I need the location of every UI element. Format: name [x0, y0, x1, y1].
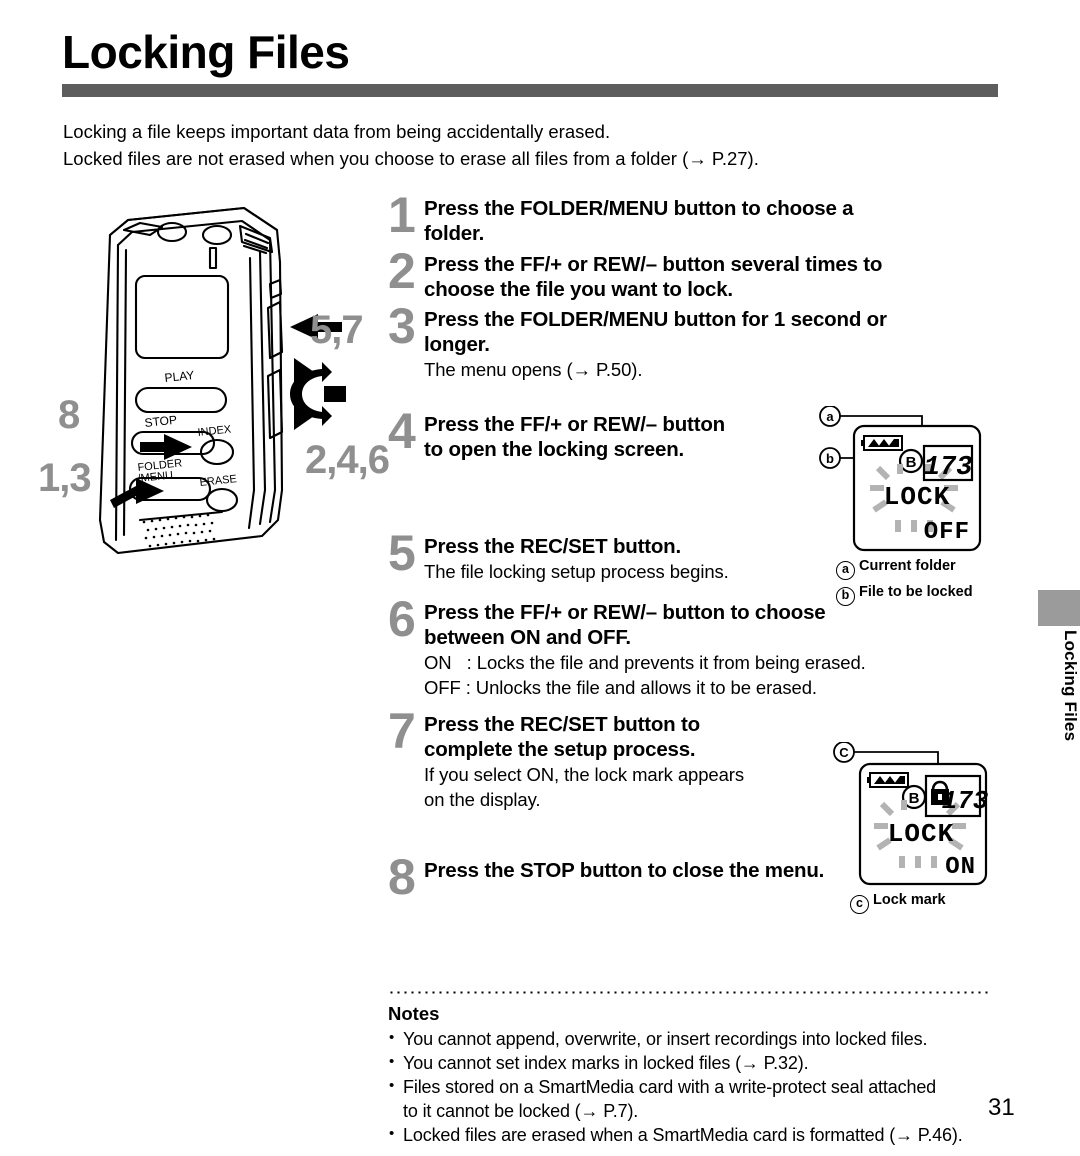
legend-mark-b: b [836, 587, 855, 606]
lcd-value: ON [945, 854, 976, 881]
step-heading-line: Press the FF/+ or REW/– button several t… [424, 253, 883, 276]
note-item: • Locked files are erased when a SmartMe… [388, 1123, 1008, 1147]
arrow-ff-rew-updown [290, 358, 346, 430]
bullet-icon: • [389, 1125, 395, 1142]
step-heading-line: longer. [424, 333, 490, 356]
lcd-folder-letter: B [909, 790, 920, 807]
legend-mark-c: c [850, 895, 869, 914]
lcd-figure-lock-off: a b B 173 LOCK OFF a Current folder b File… [818, 406, 1018, 606]
note-text: You cannot set index marks in locked fil… [403, 1053, 809, 1073]
callout-ff-rew: 2,4,6 [305, 438, 390, 482]
lcd-file-number: 173 [942, 786, 989, 816]
step-body: ON : Locks the file and prevents it from… [424, 650, 1008, 700]
step-heading-line: Press the FOLDER/MENU button for 1 secon… [424, 308, 887, 331]
voice-recorder-illustration: PLAY STOP INDEX FOLDER /MENU ERASE [32, 190, 392, 560]
callout-folder-menu: 1,3 [38, 456, 92, 500]
step-number: 6 [388, 591, 416, 647]
note-text: Locked files are erased when a SmartMedi… [403, 1125, 963, 1145]
step-number: 7 [388, 703, 416, 759]
step-body-line: ON : Locks the file and prevents it from… [424, 652, 866, 673]
step-body-line: The menu opens (→ P.50). [424, 359, 643, 380]
step-heading: Press the FOLDER/MENU button to choose a… [424, 196, 1008, 246]
lcd-value: OFF [924, 519, 970, 546]
lcd-file-number: 173 [924, 453, 973, 483]
step-number: 1 [388, 187, 416, 243]
lcd-callout-b-letter: b [826, 451, 834, 466]
step-number: 4 [388, 403, 416, 459]
callout-rec-set: 5,7 [310, 308, 364, 352]
note-text: to it cannot be locked (→ P.7). [403, 1101, 639, 1121]
step-heading-line: choose the file you want to lock. [424, 278, 733, 301]
lcd-figure-lock-on: C B 173 LOCK ON c Lock mark [832, 742, 1022, 914]
note-item-continuation: to it cannot be locked (→ P.7). [388, 1099, 1008, 1123]
step-number: 8 [388, 849, 416, 905]
notes-divider [388, 991, 988, 994]
step-heading: Press the FF/+ or REW/– button several t… [424, 252, 1008, 302]
title-rule [62, 84, 998, 97]
legend-mark-a: a [836, 561, 855, 580]
note-item: • Files stored on a SmartMedia card with… [388, 1075, 1008, 1099]
step-2: 2 Press the FF/+ or REW/– button several… [388, 246, 1008, 302]
step-number: 3 [388, 298, 416, 354]
note-text: Files stored on a SmartMedia card with a… [403, 1077, 937, 1097]
legend-text-a: Current folder [859, 558, 956, 574]
note-text: You cannot append, overwrite, or insert … [403, 1029, 928, 1049]
lcd-folder-letter: B [906, 454, 917, 471]
side-tab-block [1038, 590, 1080, 626]
step-body: The menu opens (→ P.50). [424, 357, 1008, 382]
side-tab-label: Locking Files [1061, 630, 1080, 742]
lcd-callout-a-letter: a [826, 409, 834, 424]
step-heading-line: Press the REC/SET button to [424, 713, 700, 736]
step-heading-line: between ON and OFF. [424, 626, 631, 649]
intro-line-1: Locking a file keeps important data from… [63, 121, 611, 142]
lcd-legend-a: a Current folder [818, 557, 1018, 580]
legend-text-b: File to be locked [859, 584, 973, 600]
bullet-icon: • [389, 1029, 395, 1046]
lcd-mode-label: LOCK [884, 482, 950, 512]
step-heading: Press the FF/+ or REW/– button to choose… [424, 600, 1008, 650]
bullet-icon: • [389, 1053, 395, 1070]
notes-title: Notes [388, 1003, 440, 1024]
step-heading: Press the FOLDER/MENU button for 1 secon… [424, 307, 1008, 357]
note-item: • You cannot set index marks in locked f… [388, 1051, 1008, 1075]
intro-paragraph: Locking a file keeps important data from… [63, 118, 1013, 172]
step-number: 5 [388, 525, 416, 581]
page-number: 31 [988, 1094, 1015, 1121]
page-title: Locking Files [62, 26, 350, 78]
step-number: 2 [388, 243, 416, 299]
step-6: 6 Press the FF/+ or REW/– button to choo… [388, 594, 1008, 700]
step-3: 3 Press the FOLDER/MENU button for 1 sec… [388, 301, 1008, 382]
step-body-line: OFF : Unlocks the file and allows it to … [424, 677, 817, 698]
notes-section: Notes • You cannot append, overwrite, or… [388, 1002, 1008, 1147]
note-item: • You cannot append, overwrite, or inser… [388, 1027, 1008, 1051]
callout-stop: 8 [58, 393, 80, 437]
bullet-icon: • [389, 1077, 395, 1094]
intro-line-2: Locked files are not erased when you cho… [63, 148, 759, 169]
lcd-legend-b: b File to be locked [818, 583, 1018, 606]
lcd-legend-c: c Lock mark [832, 891, 1022, 914]
lcd-mode-label: LOCK [888, 819, 954, 849]
step-heading-line: folder. [424, 222, 485, 245]
legend-text-c: Lock mark [873, 892, 946, 908]
lcd-callout-c-letter: C [839, 745, 849, 760]
step-1: 1 Press the FOLDER/MENU button to choose… [388, 190, 1008, 246]
step-heading-line: Press the FOLDER/MENU button to choose a [424, 197, 854, 220]
